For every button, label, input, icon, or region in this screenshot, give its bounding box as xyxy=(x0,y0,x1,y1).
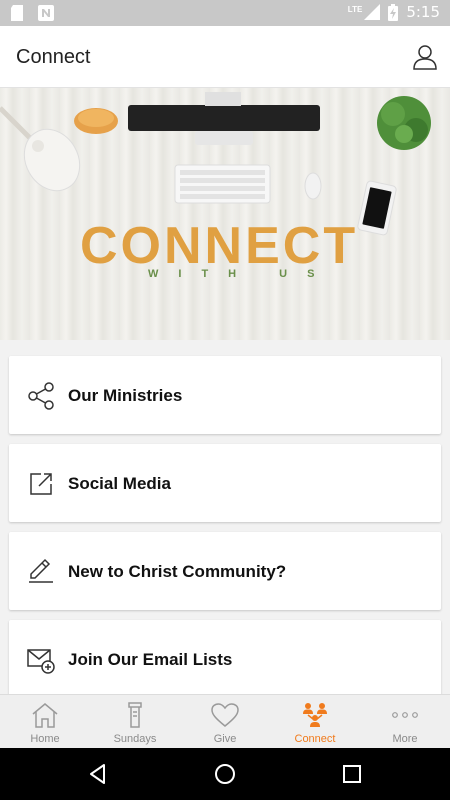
nav-label: Sundays xyxy=(113,733,157,745)
menu-item-label: Join Our Email Lists xyxy=(68,650,233,669)
external-link-icon xyxy=(30,473,52,495)
people-icon xyxy=(303,703,327,727)
sd-card-icon xyxy=(11,5,23,21)
pulpit-icon xyxy=(128,702,142,728)
menu-item-label: Our Ministries xyxy=(68,386,183,405)
mail-add-icon xyxy=(27,649,55,674)
hero-headline: CONNECT xyxy=(80,217,359,275)
network-type-label: LTE xyxy=(347,4,363,14)
home-circle-icon[interactable] xyxy=(213,762,237,786)
hero-banner: CONNECT WITH US xyxy=(0,88,450,340)
nav-label: Give xyxy=(213,733,237,745)
menu-item-new-to-christ-community[interactable]: New to Christ Community? xyxy=(9,532,441,610)
nav-label: Connect xyxy=(294,733,336,745)
system-nav-bar xyxy=(0,748,450,800)
nav-connect[interactable]: Connect xyxy=(270,695,360,748)
more-dots-icon xyxy=(392,712,418,718)
clock: 5:15 xyxy=(406,3,440,21)
nav-sundays[interactable]: Sundays xyxy=(90,695,180,748)
share-icon xyxy=(28,382,54,410)
heart-icon xyxy=(211,703,239,727)
hero-subline: WITH US xyxy=(148,268,335,280)
menu-item-label: Social Media xyxy=(68,474,171,493)
home-icon xyxy=(32,703,58,728)
battery-charging-icon xyxy=(388,3,399,21)
nav-home[interactable]: Home xyxy=(0,695,90,748)
back-icon[interactable] xyxy=(86,762,110,786)
person-icon[interactable] xyxy=(412,44,438,70)
signal-icon xyxy=(364,4,381,20)
desk-illustration xyxy=(0,92,431,236)
n-notification-icon xyxy=(38,5,54,21)
nav-label: Home xyxy=(30,733,60,745)
nav-more[interactable]: More xyxy=(360,695,450,748)
nav-label: More xyxy=(392,733,418,745)
bottom-nav: Home Sundays Give Connect More xyxy=(0,694,450,748)
recents-icon[interactable] xyxy=(340,762,364,786)
menu-item-our-ministries[interactable]: Our Ministries xyxy=(9,356,441,434)
menu-item-social-media[interactable]: Social Media xyxy=(9,444,441,522)
nav-give[interactable]: Give xyxy=(180,695,270,748)
edit-icon xyxy=(29,558,53,583)
connect-menu: Our Ministries Social Media New to Chris… xyxy=(9,356,441,708)
menu-item-join-email-lists[interactable]: Join Our Email Lists xyxy=(9,620,441,698)
page-title: Connect xyxy=(16,46,91,68)
status-bar: LTE 5:15 xyxy=(0,0,450,26)
menu-item-label: New to Christ Community? xyxy=(68,562,287,581)
app-bar: Connect xyxy=(0,26,450,88)
